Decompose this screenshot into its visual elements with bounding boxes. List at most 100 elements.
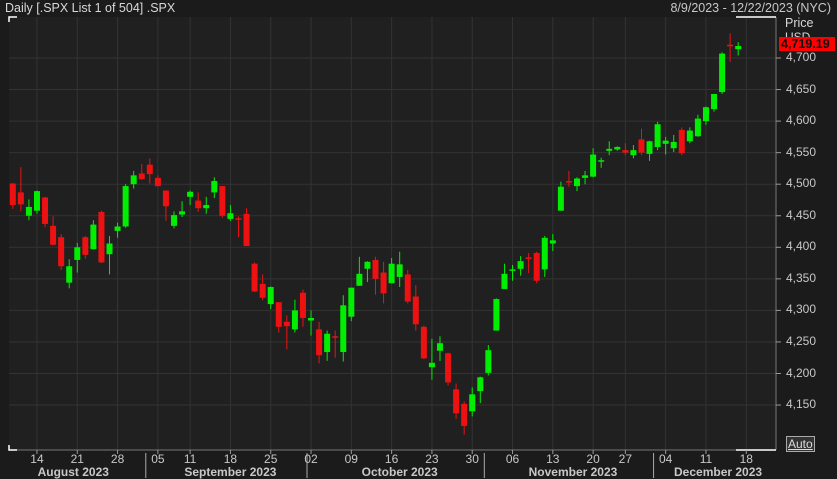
- candle-body: [630, 150, 637, 156]
- candle-body: [557, 186, 564, 211]
- candle-body: [420, 326, 427, 359]
- candle-body: [396, 264, 403, 277]
- candle-body: [74, 247, 81, 260]
- candle-body: [485, 350, 492, 373]
- candle-body: [9, 183, 16, 206]
- candle-body: [332, 336, 339, 338]
- candle-body: [267, 287, 274, 305]
- y-tick-label: 4,150: [786, 397, 817, 412]
- candle-body: [670, 141, 677, 149]
- y-tick-label: 4,250: [786, 333, 817, 348]
- month-label: October 2023: [361, 465, 438, 479]
- x-tick-label: 11: [183, 452, 197, 466]
- y-tick-label: 4,350: [786, 270, 817, 285]
- x-tick-label: 02: [304, 452, 318, 466]
- candle-body: [227, 213, 234, 219]
- candle-body: [171, 215, 177, 226]
- candle-body: [251, 263, 258, 292]
- candle-body: [219, 186, 226, 216]
- candle-body: [614, 146, 621, 150]
- plot-area: [9, 17, 776, 450]
- candle-body: [42, 197, 49, 224]
- x-tick-label: 13: [546, 452, 560, 466]
- candle-body: [316, 329, 323, 356]
- candle-body: [493, 299, 500, 331]
- x-tick-label: 27: [618, 452, 633, 466]
- candle-body: [469, 394, 476, 412]
- x-tick-label: 28: [110, 452, 125, 466]
- candle-body: [340, 305, 347, 353]
- candle-body: [509, 269, 516, 271]
- candle-body: [187, 191, 194, 197]
- candle-body: [501, 273, 508, 289]
- candle-body: [348, 287, 355, 317]
- y-tick-label: 4,450: [786, 207, 817, 222]
- candle-body: [364, 261, 371, 269]
- candle-body: [162, 190, 169, 207]
- candle-body: [58, 237, 65, 267]
- candle-body: [291, 310, 298, 330]
- candle-body: [82, 237, 89, 255]
- candle-body: [533, 252, 540, 281]
- candle-body: [259, 283, 266, 298]
- month-label: August 2023: [37, 465, 109, 479]
- x-tick-label: 20: [586, 452, 600, 466]
- candle-body: [138, 173, 145, 180]
- candle-body: [477, 377, 484, 392]
- candle-body: [711, 93, 718, 110]
- candle-body: [356, 273, 363, 286]
- candle-body: [90, 224, 97, 250]
- candle-body: [453, 389, 460, 414]
- x-tick-label: 16: [384, 452, 399, 466]
- x-tick-label: 25: [264, 452, 278, 466]
- y-tick-label: 4,700: [786, 50, 817, 64]
- candle-body: [114, 226, 121, 231]
- month-label: September 2023: [184, 465, 277, 479]
- candle-body: [525, 257, 532, 259]
- candle-body: [372, 259, 379, 279]
- x-tick-label: 21: [70, 452, 84, 466]
- candle-body: [130, 175, 137, 185]
- candle-body: [106, 243, 113, 255]
- candle-body: [179, 211, 186, 215]
- candle-body: [719, 53, 726, 93]
- candle-body: [598, 160, 605, 162]
- candle-body: [517, 261, 524, 269]
- y-tick-label: 4,400: [786, 239, 817, 254]
- x-tick-label: 04: [658, 452, 673, 466]
- candle-body: [735, 46, 742, 50]
- candle-body: [574, 178, 580, 187]
- candle-body: [324, 333, 331, 353]
- candle-body: [445, 353, 452, 383]
- x-tick-label: 09: [344, 452, 358, 466]
- candle-body: [727, 44, 734, 47]
- month-label: December 2023: [674, 465, 763, 479]
- y-tick-label: 4,650: [786, 81, 817, 96]
- candle-body: [638, 139, 645, 153]
- candle-body: [428, 362, 435, 368]
- candlestick-chart[interactable]: [0, 0, 837, 478]
- x-tick-label: 23: [425, 452, 439, 466]
- x-tick-label: 14: [30, 452, 44, 466]
- x-tick-label: 05: [151, 452, 165, 466]
- y-tick-label: 4,200: [786, 365, 817, 380]
- candle-body: [461, 403, 468, 426]
- candle-body: [50, 225, 57, 245]
- candle-body: [590, 154, 597, 177]
- candle-body: [33, 191, 40, 211]
- y-tick-label: 4,300: [786, 302, 817, 317]
- candle-body: [412, 296, 419, 325]
- price-axis-title: Price: [785, 16, 814, 30]
- x-tick-label: 30: [465, 452, 479, 466]
- candle-body: [404, 274, 411, 302]
- candle-body: [235, 218, 242, 220]
- candle-body: [582, 175, 589, 178]
- candle-body: [686, 130, 693, 142]
- candle-body: [195, 200, 202, 209]
- auto-scale-button[interactable]: Auto: [786, 436, 815, 452]
- candle-body: [678, 129, 685, 154]
- candle-body: [622, 150, 629, 153]
- last-price-badge: 4,719.19: [779, 37, 835, 51]
- candle-body: [66, 266, 73, 283]
- x-tick-label: 18: [739, 452, 753, 466]
